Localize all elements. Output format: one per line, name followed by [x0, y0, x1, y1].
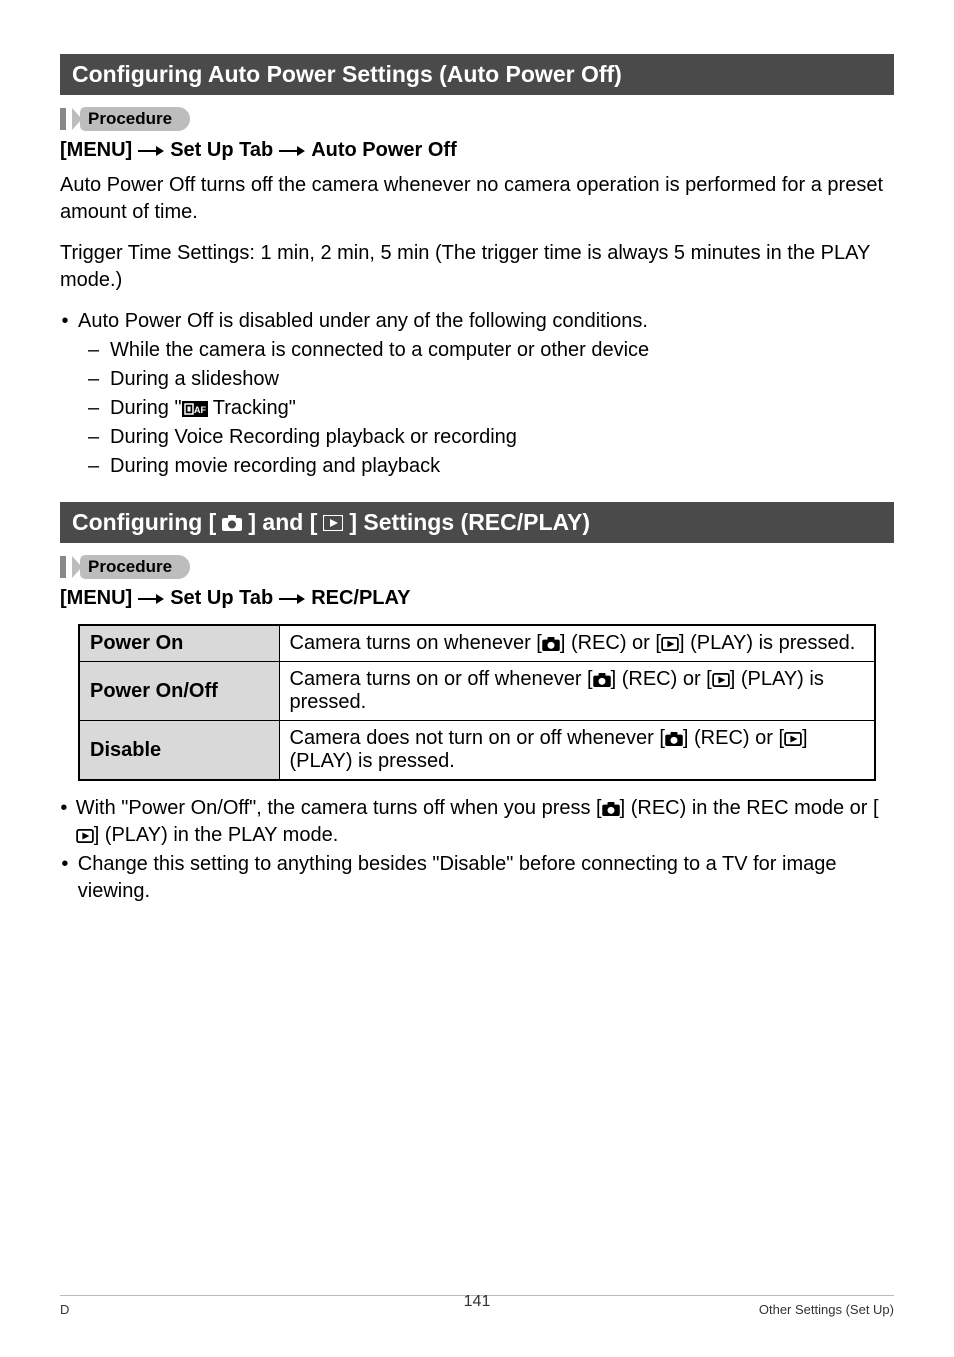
- list-item: – During movie recording and playback: [88, 453, 894, 480]
- bullet-icon: •: [60, 851, 70, 905]
- list-item: – During " AF Tracking": [88, 395, 894, 422]
- table-cell-desc: Camera does not turn on or off whenever …: [279, 721, 875, 781]
- menu-path-seg-3: REC/PLAY: [311, 587, 410, 610]
- table-cell-desc: Camera turns on or off whenever [ ] (REC)…: [279, 662, 875, 721]
- text-fragment: ] (REC) or [: [611, 668, 712, 690]
- footer-left: D: [60, 1302, 69, 1317]
- section-heading-text: Configuring Auto Power Settings (Auto Po…: [72, 61, 622, 87]
- text-fragment: Camera does not turn on or off whenever …: [290, 727, 665, 749]
- section-heading-inner: Configuring [ ] and [ ] Settings (REC/PL…: [72, 509, 882, 536]
- play-icon: [323, 515, 343, 531]
- dash-icon: –: [88, 395, 102, 422]
- rec-play-settings-table: Power On Camera turns on whenever [ ] (RE…: [78, 624, 876, 781]
- list-item: • Change this setting to anything beside…: [60, 851, 894, 905]
- camera-rec-icon: [665, 732, 683, 746]
- section-heading-auto-power-off: Configuring Auto Power Settings (Auto Po…: [60, 54, 894, 95]
- procedure-pill: Procedure: [80, 107, 190, 131]
- table-row: Disable Camera does not turn on or off w…: [79, 721, 875, 781]
- list-item: – During a slideshow: [88, 366, 894, 393]
- section-heading-rec-play: Configuring [ ] and [ ] Settings (REC/PL…: [60, 502, 894, 543]
- list-item-text: During a slideshow: [110, 366, 279, 393]
- text-fragment: During ": [110, 397, 182, 419]
- text-fragment: ] (PLAY) in the PLAY mode.: [94, 824, 339, 846]
- list-item-text: Change this setting to anything besides …: [78, 851, 894, 905]
- procedure-label-row: Procedure: [60, 107, 894, 131]
- table-cell-label: Disable: [79, 721, 279, 781]
- camera-rec-icon: [542, 637, 560, 651]
- list-item: • Auto Power Off is disabled under any o…: [60, 308, 894, 335]
- bullet-icon: •: [60, 795, 68, 849]
- dash-icon: –: [88, 337, 102, 364]
- camera-rec-icon: [222, 515, 242, 531]
- arrow-right-icon: [138, 592, 164, 606]
- play-icon: [76, 829, 94, 843]
- list-item-text: During movie recording and playback: [110, 453, 440, 480]
- menu-path-seg-2: Set Up Tab: [170, 139, 273, 162]
- paragraph-auto-power-desc: Auto Power Off turns off the camera when…: [60, 172, 894, 226]
- menu-path-rec-play: [MENU] Set Up Tab REC/PLAY: [60, 587, 894, 610]
- page-footer: D 141 Other Settings (Set Up): [60, 1295, 894, 1317]
- arrow-right-icon: [279, 592, 305, 606]
- procedure-pill: Procedure: [80, 555, 190, 579]
- procedure-label-text: Procedure: [88, 557, 172, 576]
- list-item: – During Voice Recording playback or rec…: [88, 424, 894, 451]
- text-fragment: Camera turns on or off whenever [: [290, 668, 593, 690]
- table-row: Power On/Off Camera turns on or off when…: [79, 662, 875, 721]
- conditions-list: • Auto Power Off is disabled under any o…: [60, 308, 894, 480]
- dash-icon: –: [88, 424, 102, 451]
- text-fragment: ] (REC) or [: [683, 727, 784, 749]
- procedure-label-row: Procedure: [60, 555, 894, 579]
- text-fragment: ] (REC) in the REC mode or [: [620, 797, 879, 819]
- heading-text-b: ] and [: [248, 509, 317, 536]
- table-cell-label: Power On: [79, 625, 279, 662]
- heading-text-a: Configuring [: [72, 509, 216, 536]
- dash-icon: –: [88, 366, 102, 393]
- play-icon: [661, 637, 679, 651]
- text-fragment: Tracking": [208, 397, 296, 419]
- svg-text:AF: AF: [194, 405, 206, 415]
- footer-right: Other Settings (Set Up): [759, 1302, 894, 1317]
- menu-path-seg-2: Set Up Tab: [170, 587, 273, 610]
- play-icon: [712, 673, 730, 687]
- camera-rec-icon: [593, 673, 611, 687]
- text-fragment: ] (PLAY) is pressed.: [679, 632, 855, 654]
- table-cell-label: Power On/Off: [79, 662, 279, 721]
- menu-path-seg-1: [MENU]: [60, 587, 132, 610]
- list-item-text: While the camera is connected to a compu…: [110, 337, 649, 364]
- list-item: • With "Power On/Off", the camera turns …: [60, 795, 894, 849]
- bullet-icon: •: [60, 308, 70, 335]
- heading-text-c: ] Settings (REC/PLAY): [349, 509, 590, 536]
- list-item-text: Auto Power Off is disabled under any of …: [78, 308, 648, 335]
- procedure-bar-decoration: [60, 108, 66, 130]
- list-item: – While the camera is connected to a com…: [88, 337, 894, 364]
- footer-page-number: 141: [464, 1293, 491, 1311]
- list-item-text: During " AF Tracking": [110, 395, 296, 422]
- menu-path-seg-3: Auto Power Off: [311, 139, 457, 162]
- procedure-label-text: Procedure: [88, 109, 172, 128]
- menu-path-seg-1: [MENU]: [60, 139, 132, 162]
- play-icon: [784, 732, 802, 746]
- camera-rec-icon: [602, 802, 620, 816]
- list-item-text: With "Power On/Off", the camera turns of…: [76, 795, 894, 849]
- table-row: Power On Camera turns on whenever [ ] (RE…: [79, 625, 875, 662]
- tracking-af-icon: AF: [182, 401, 208, 417]
- arrow-right-icon: [279, 144, 305, 158]
- procedure-bar-decoration: [60, 556, 66, 578]
- table-cell-desc: Camera turns on whenever [ ] (REC) or [ ] …: [279, 625, 875, 662]
- list-item-text: During Voice Recording playback or recor…: [110, 424, 517, 451]
- paragraph-trigger-times: Trigger Time Settings: 1 min, 2 min, 5 m…: [60, 240, 894, 294]
- notes-list: • With "Power On/Off", the camera turns …: [60, 795, 894, 905]
- dash-icon: –: [88, 453, 102, 480]
- arrow-right-icon: [138, 144, 164, 158]
- text-fragment: ] (REC) or [: [560, 632, 661, 654]
- text-fragment: Camera turns on whenever [: [290, 632, 542, 654]
- text-fragment: With "Power On/Off", the camera turns of…: [76, 797, 602, 819]
- menu-path-auto-power-off: [MENU] Set Up Tab Auto Power Off: [60, 139, 894, 162]
